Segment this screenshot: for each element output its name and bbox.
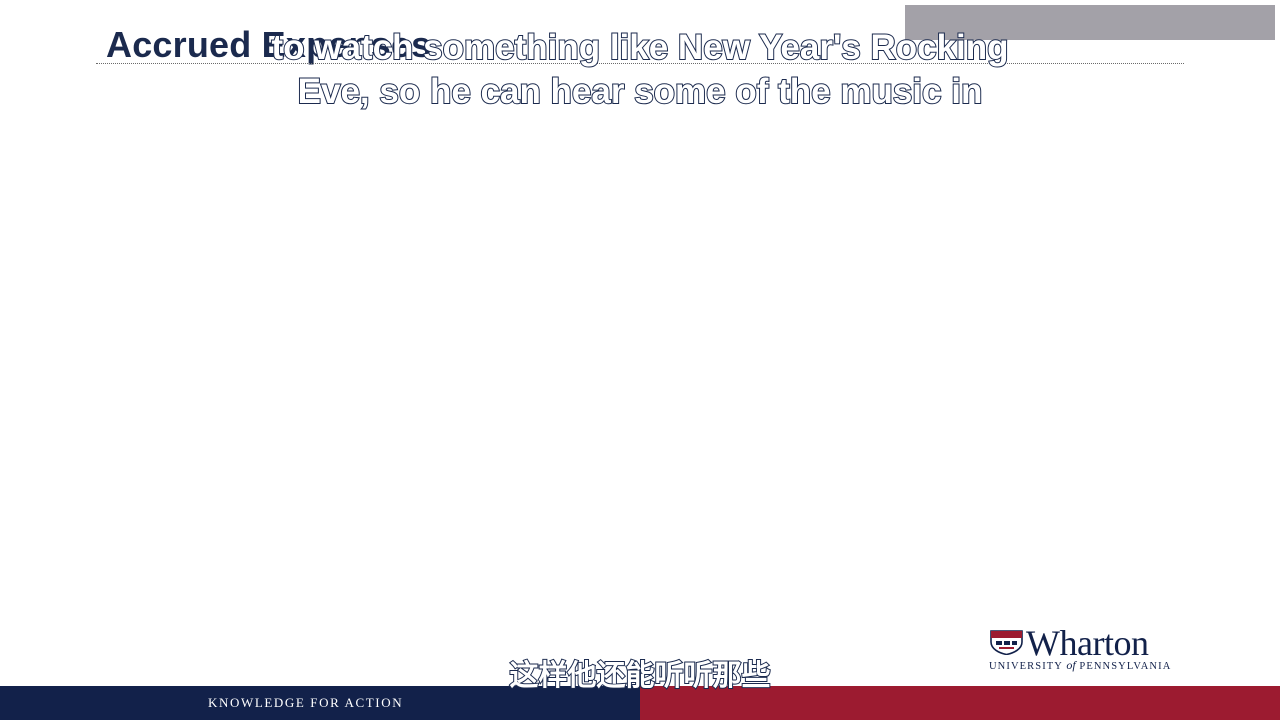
english-subtitle-line-1: to watch something like New Year's Rocki… xyxy=(270,27,1009,68)
chinese-subtitle: 这样他还能听听那些 xyxy=(508,657,771,693)
english-subtitle-line-2: Eve, so he can hear some of the music in xyxy=(297,71,984,112)
english-subtitle: to watch something like New Year's Rocki… xyxy=(0,26,1280,114)
penn-shield-icon xyxy=(990,630,1023,655)
footer-tagline: KNOWLEDGE FOR ACTION xyxy=(208,695,404,710)
